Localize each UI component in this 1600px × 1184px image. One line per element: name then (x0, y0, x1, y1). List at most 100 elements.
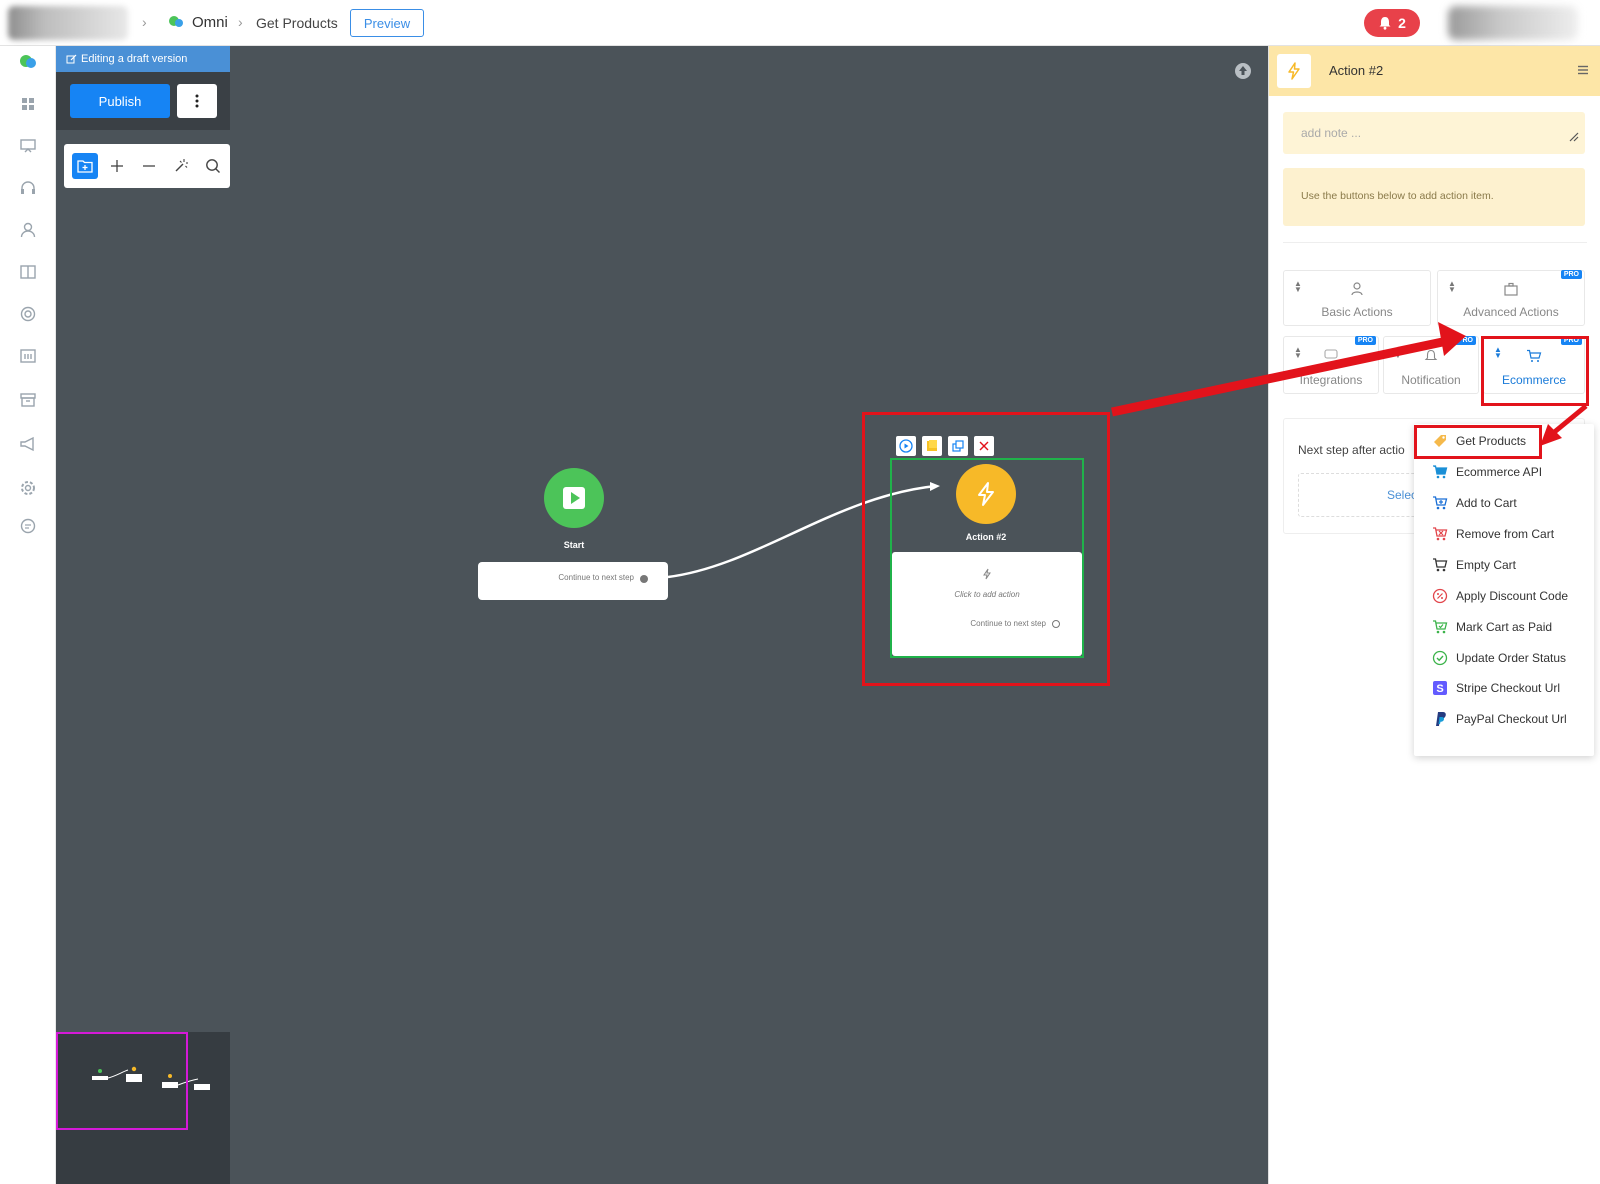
minimap-viewport[interactable] (56, 1032, 188, 1130)
category-notification[interactable]: ▲ ▼ PRO Notification (1383, 336, 1479, 394)
paypal-icon (1436, 712, 1446, 726)
play-circle-icon (899, 439, 913, 453)
lightning-icon (978, 482, 994, 506)
chevron-right-icon: › (142, 14, 147, 30)
category-label: Basic Actions (1321, 305, 1393, 319)
top-bar: › Omni › Get Products Preview 2 (0, 0, 1600, 46)
duplicate-node-button[interactable] (948, 436, 968, 456)
start-node-label: Start (563, 540, 585, 550)
category-basic-actions[interactable]: ▲ ▼ Basic Actions (1283, 270, 1431, 326)
category-advanced-actions[interactable]: ▲ ▼ PRO Advanced Actions (1437, 270, 1585, 326)
panel-action-icon (1277, 54, 1311, 88)
start-node-icon[interactable] (544, 468, 604, 528)
lightning-icon (1288, 62, 1300, 80)
next-step-label: Next step after actio (1298, 443, 1405, 457)
action-node-card[interactable]: Click to add action Continue to next ste… (892, 552, 1082, 656)
action-hint: Use the buttons below to add action item… (1283, 168, 1585, 226)
resize-handle-icon (1569, 132, 1579, 142)
dashboard-grid-icon[interactable] (18, 94, 38, 114)
support-ring-icon[interactable] (18, 304, 38, 324)
dropdown-item-stripe-checkout-url[interactable]: S Stripe Checkout Url (1414, 673, 1594, 703)
headset-icon[interactable] (18, 178, 38, 198)
get-products-highlight (1414, 425, 1542, 459)
pro-badge: PRO (1560, 270, 1582, 279)
select-next-step-link[interactable]: Selec (1387, 488, 1417, 502)
breadcrumb-page: Get Products (256, 15, 338, 31)
dropdown-item-paypal-checkout-url[interactable]: PayPal Checkout Url (1414, 704, 1594, 734)
chat-icon[interactable] (18, 516, 38, 536)
svg-text:S: S (1436, 683, 1443, 695)
minimap[interactable] (56, 1032, 230, 1184)
category-label: Advanced Actions (1463, 305, 1559, 319)
dropdown-item-label: Update Order Status (1456, 651, 1567, 665)
action-node-label: Action #2 (965, 532, 1007, 542)
chart-box-icon[interactable] (18, 346, 38, 366)
hamburger-menu-icon[interactable] (1577, 64, 1589, 76)
discount-icon (1432, 588, 1448, 604)
megaphone-icon[interactable] (18, 434, 38, 454)
node-toolbar (896, 436, 994, 456)
user-menu[interactable] (1448, 6, 1578, 40)
panel-title[interactable]: Action #2 (1329, 63, 1383, 78)
dropdown-item-update-order-status[interactable]: Update Order Status (1414, 643, 1594, 673)
note-node-button[interactable] (922, 436, 942, 456)
dropdown-item-apply-discount-code[interactable]: Apply Discount Code (1414, 581, 1594, 611)
run-node-button[interactable] (896, 436, 916, 456)
dropdown-item-label: Mark Cart as Paid (1456, 620, 1553, 634)
start-continue-text: Continue to next step (558, 573, 634, 582)
breadcrumb-app[interactable]: Omni (192, 14, 228, 31)
panel-divider (1283, 242, 1587, 243)
gear-icon[interactable] (18, 478, 38, 498)
archive-icon[interactable] (18, 390, 38, 410)
dropdown-item-mark-cart-as-paid[interactable]: Mark Cart as Paid (1414, 612, 1594, 642)
note-placeholder: add note ... (1301, 126, 1362, 140)
dropdown-item-add-to-cart[interactable]: Add to Cart (1414, 488, 1594, 518)
action-output-port[interactable] (1052, 620, 1060, 628)
dropdown-item-ecommerce-api[interactable]: Ecommerce API (1414, 457, 1594, 487)
dropdown-item-remove-from-cart[interactable]: Remove from Cart (1414, 519, 1594, 549)
cart-empty-icon (1433, 558, 1448, 572)
start-node-card[interactable]: Continue to next step (478, 562, 668, 600)
chevron-right-icon: › (238, 14, 243, 30)
omni-logo-icon[interactable] (18, 52, 38, 72)
add-action-prompt[interactable]: Click to add action (892, 590, 1082, 599)
dropdown-item-label: Empty Cart (1456, 558, 1517, 572)
presentation-icon[interactable] (18, 136, 38, 156)
cart-add-icon (1433, 496, 1448, 510)
dropdown-item-label: Remove from Cart (1456, 527, 1555, 541)
book-icon[interactable] (18, 262, 38, 282)
panel-header: Action #2 (1269, 46, 1600, 96)
dropdown-item-empty-cart[interactable]: Empty Cart (1414, 550, 1594, 580)
stripe-icon: S (1433, 681, 1447, 695)
dropdown-item-label: PayPal Checkout Url (1456, 712, 1567, 726)
dropdown-item-label: Add to Cart (1456, 496, 1517, 510)
category-label: Integrations (1299, 373, 1363, 387)
user-icon[interactable] (18, 220, 38, 240)
dropdown-item-label: Ecommerce API (1456, 465, 1543, 479)
cart-icon (1433, 465, 1448, 479)
pro-badge: PRO (1354, 336, 1376, 345)
preview-button[interactable]: Preview (350, 9, 424, 37)
action-continue-text: Continue to next step (970, 619, 1046, 628)
copy-icon (952, 440, 964, 452)
chat-bubbles-icon (169, 16, 183, 27)
start-output-port[interactable] (640, 575, 648, 583)
cart-paid-icon (1433, 620, 1448, 634)
notification-button[interactable]: 2 (1364, 9, 1420, 37)
chat-icon (1324, 349, 1338, 359)
lightning-icon (983, 568, 991, 580)
flow-canvas[interactable]: Editing a draft version Publish Start Co… (56, 46, 1268, 1184)
close-icon (979, 441, 989, 451)
action-node-icon[interactable] (956, 464, 1016, 524)
dropdown-item-label: Stripe Checkout Url (1456, 681, 1561, 695)
note-input[interactable]: add note ... (1283, 112, 1585, 154)
category-integrations[interactable]: ▲ ▼ PRO Integrations (1283, 336, 1379, 394)
delete-node-button[interactable] (974, 436, 994, 456)
category-label: Notification (1401, 373, 1461, 387)
check-circle-icon (1432, 650, 1448, 666)
dropdown-item-label: Apply Discount Code (1456, 589, 1569, 603)
ecommerce-highlight (1481, 336, 1589, 406)
brand-logo[interactable] (8, 6, 128, 40)
briefcase-icon (1504, 282, 1518, 296)
user-pin-icon (1351, 282, 1363, 296)
